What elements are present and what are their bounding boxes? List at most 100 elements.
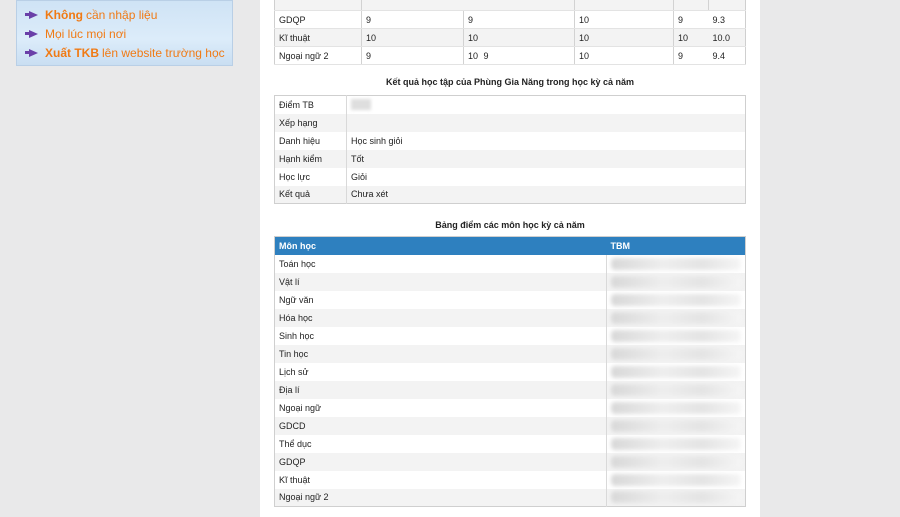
score-cell: 9 (463, 10, 480, 29)
arrow-right-icon (25, 29, 38, 38)
table-row: Lịch sử (275, 362, 746, 381)
grades-detail-table: GDQP 9 9 10 9 9.3 Kĩ thuật 10 10 10 10 1… (274, 0, 746, 65)
table-row: Ngữ văn (275, 290, 746, 309)
redacted-value (611, 437, 741, 450)
subject-cell: GDQP (279, 456, 306, 467)
redacted-value (611, 419, 741, 432)
table-row: Ngoại ngữ 2 9 10 9 10 9 9.4 (274, 46, 746, 65)
table-row: Kĩ thuật (275, 470, 746, 489)
results-title: Kết quả học tập của Phùng Gia Năng trong… (385, 77, 635, 87)
result-value: Tốt (351, 153, 365, 164)
tbm-cell (606, 362, 746, 381)
tbm-cell (606, 434, 746, 453)
tbm-cell (606, 380, 746, 399)
tbm-cell (606, 488, 746, 507)
score-cell: 10 (463, 46, 480, 65)
score-cell: 10 (574, 28, 674, 47)
redacted-value (611, 365, 741, 378)
score-cell: 9 (361, 10, 464, 29)
table-row: Học lực Giỏi (274, 167, 746, 186)
subject-cell: Ngoại ngữ 2 (274, 46, 362, 65)
result-label: Học lực (274, 167, 347, 186)
result-value (347, 114, 746, 132)
average-cell: 10.0 (708, 28, 746, 47)
table-row: Xếp hạng (274, 113, 746, 132)
tbm-cell (606, 308, 746, 327)
subject-cell: Ngoại ngữ 2 (279, 492, 329, 503)
ad-text: cần nhập liệu (86, 7, 158, 22)
redacted-value (611, 473, 741, 486)
arrow-right-icon (25, 10, 38, 19)
subject-cell: GDCD (279, 420, 306, 431)
redacted-value (611, 455, 741, 468)
scores-title: Bảng điểm các môn học kỳ cả năm (435, 220, 585, 230)
score-cell: 10 (574, 46, 674, 65)
redacted-value (611, 491, 741, 504)
result-value: Học sinh giỏi (351, 135, 403, 146)
column-header-subject[interactable]: Môn học (274, 236, 607, 255)
table-row: Kĩ thuật 10 10 10 10 10.0 (274, 28, 746, 47)
tbm-cell (606, 290, 746, 309)
score-cell: 9 (361, 46, 464, 65)
subject-cell: Kĩ thuật (279, 474, 311, 485)
table-row: GDQP 9 9 10 9 9.3 (274, 10, 746, 29)
table-row: Danh hiệu Học sinh giỏi (274, 131, 746, 150)
column-header-tbm[interactable]: TBM (606, 236, 746, 255)
table-row: Ngoại ngữ 2 (274, 488, 746, 507)
subject-cell: Tin học (279, 348, 309, 359)
ad-highlight: Xuất TKB (45, 45, 99, 60)
tbm-cell (606, 470, 746, 489)
subject-cell: Hóa học (279, 312, 313, 323)
score-cell: 10 (574, 10, 674, 29)
result-value: Giỏi (351, 171, 368, 182)
table-row: Điểm TB (274, 95, 746, 114)
redacted-value (611, 347, 741, 360)
subject-cell: Toán học (279, 258, 316, 269)
ad-line-3: Xuất TKB lên website trường học (17, 43, 232, 62)
redacted-value (611, 401, 741, 414)
tbm-cell (606, 344, 746, 363)
table-row: Sinh học (275, 326, 746, 345)
result-label: Kết quả (274, 185, 347, 204)
ad-line-1: Không cần nhập liệu (17, 5, 232, 24)
redacted-value (611, 383, 741, 396)
score-cell (479, 28, 575, 47)
average-cell: 9.4 (708, 46, 746, 65)
subject-cell: Ngoại ngữ (279, 402, 322, 413)
table-row: GDQP (274, 452, 746, 471)
subject-cell: Sinh học (279, 330, 315, 341)
tbm-cell (606, 326, 746, 345)
results-table: Điểm TB Xếp hạng Danh hiệu Học sinh giỏi… (274, 95, 746, 204)
score-cell: 10 (361, 28, 464, 47)
table-row: Kết quả Chưa xét (274, 185, 746, 204)
table-row: Ngoại ngữ (275, 398, 746, 417)
subject-cell: Ngữ văn (279, 294, 314, 305)
table-row: Hạnh kiểm Tốt (274, 149, 746, 168)
table-row: Tin học (274, 344, 746, 363)
table-row: GDCD (274, 416, 746, 435)
table-row: Toán học (275, 254, 746, 273)
subject-cell: Thể dục (279, 438, 312, 449)
tbm-cell (606, 398, 746, 417)
score-cell: 10 (463, 28, 480, 47)
ad-highlight: Không (45, 7, 83, 22)
score-cell: 9 (673, 46, 709, 65)
redacted-value (611, 311, 741, 324)
score-cell (479, 10, 575, 29)
result-value (347, 96, 746, 114)
score-cell: 9 (673, 10, 709, 29)
subject-cell: GDQP (274, 10, 362, 29)
result-label: Hạnh kiểm (274, 149, 347, 168)
table-row: Vật lí (274, 272, 746, 291)
redacted-value (351, 99, 371, 111)
tbm-cell (606, 272, 746, 291)
subject-cell: Địa lí (279, 384, 300, 395)
redacted-value (611, 293, 741, 306)
redacted-value (611, 275, 741, 288)
ad-banner[interactable]: Không cần nhập liệu Mọi lúc mọi nơi Xuất… (16, 0, 233, 66)
scores-table: Môn học TBM Toán học Vật lí Ngữ văn Hóa học… (274, 236, 746, 507)
table-row (274, 0, 746, 11)
subject-cell: Lịch sử (279, 366, 309, 377)
ad-line-2: Mọi lúc mọi nơi (17, 24, 232, 43)
score-cell: 9 (479, 46, 575, 65)
